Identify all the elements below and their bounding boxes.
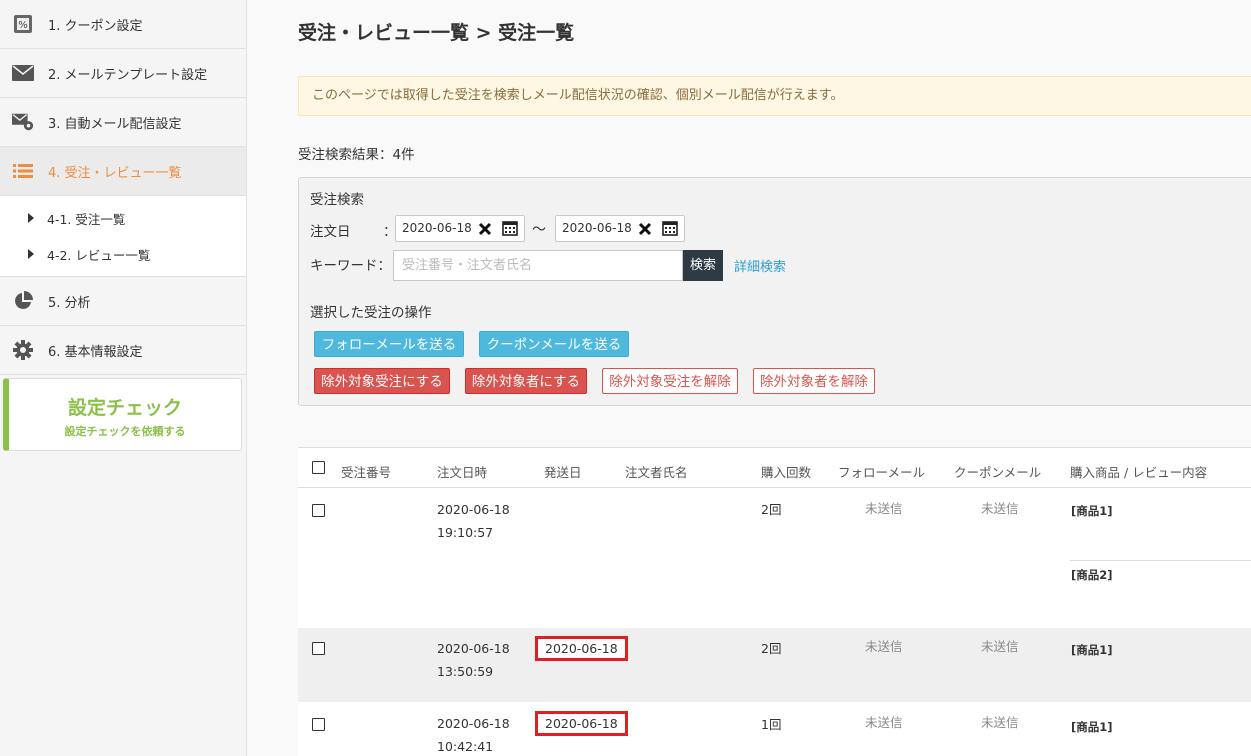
search-panel-title: 受注検索 <box>310 192 364 208</box>
header-purchase-count: 購入回数 <box>761 465 812 480</box>
order-date: 2020-06-18 <box>437 641 510 656</box>
purchase-count: 1回 <box>761 717 782 732</box>
settings-check-subtitle: 設定チェックを依頼する <box>64 425 186 438</box>
header-coupon-mail: クーポンメール <box>954 465 1042 480</box>
unexclude-order-button[interactable]: 除外対象受注を解除 <box>602 368 738 394</box>
date-to-value: 2020-06-18 <box>562 221 632 235</box>
order-date-cell: 2020-06-18 19:10:57 <box>437 498 510 544</box>
info-notice: このページでは取得した受注を検索しメール配信状況の確認、個別メール配信が行えます… <box>298 76 1251 116</box>
product-divider <box>1070 560 1251 561</box>
sidebar-item-mail-template[interactable]: 2. メールテンプレート設定 <box>0 49 246 98</box>
send-coupon-mail-button[interactable]: クーポンメールを送る <box>479 331 629 357</box>
sidebar-subitem-orders[interactable]: 4-1. 受注一覧 <box>0 200 246 236</box>
sidebar-subitem-label: 4-2. レビュー一覧 <box>47 247 151 263</box>
purchase-count: 2回 <box>761 502 782 517</box>
gear-icon <box>12 339 34 361</box>
exclude-order-button[interactable]: 除外対象受注にする <box>314 368 450 394</box>
sidebar-item-label: 6. 基本情報設定 <box>48 344 143 360</box>
order-date-cell: 2020-06-18 10:42:41 <box>437 712 510 756</box>
list-icon <box>12 160 34 182</box>
row-checkbox[interactable] <box>312 642 325 655</box>
sidebar-item-analysis[interactable]: 5. 分析 <box>0 277 246 326</box>
unexclude-person-button[interactable]: 除外対象者を解除 <box>753 368 875 394</box>
orders-table: 受注番号 注文日時 発送日 注文者氏名 購入回数 フォローメール クーポンメール… <box>298 447 1251 756</box>
table-row: 2020-06-18 10:42:41 2020-06-18 1回 未送信 未送… <box>298 702 1251 756</box>
keyword-input[interactable]: 受注番号・注文者氏名 <box>393 250 683 281</box>
ship-date-highlight: 2020-06-18 <box>535 636 628 661</box>
coupon-mail-status: 未送信 <box>981 715 1019 730</box>
calendar-icon[interactable] <box>502 220 518 236</box>
order-date-label: 注文日 <box>310 224 351 240</box>
follow-mail-status: 未送信 <box>865 639 903 654</box>
coupon-mail-status: 未送信 <box>981 639 1019 654</box>
settings-check-card[interactable]: 設定チェック 設定チェックを依頼する <box>3 378 242 451</box>
sidebar-item-label: 3. 自動メール配信設定 <box>48 116 182 132</box>
exclude-person-button[interactable]: 除外対象者にする <box>465 368 587 394</box>
clear-icon[interactable] <box>478 220 492 236</box>
sidebar-item-auto-mail[interactable]: 3. 自動メール配信設定 <box>0 98 246 147</box>
sidebar: % 1. クーポン設定 2. メールテンプレート設定 3. 自動メール配信設定 … <box>0 0 247 756</box>
product-item: [商品1] <box>1071 643 1113 657</box>
follow-mail-status: 未送信 <box>865 715 903 730</box>
date-range-separator: ～ <box>532 222 546 238</box>
table-row: 2020-06-18 13:50:59 2020-06-18 2回 未送信 未送… <box>298 628 1251 702</box>
coupon-icon: % <box>12 13 34 35</box>
table-row: 2020-06-18 19:10:57 2回 未送信 未送信 [商品1] [商品… <box>298 488 1251 628</box>
sidebar-item-label: 2. メールテンプレート設定 <box>48 67 208 83</box>
row-checkbox[interactable] <box>312 718 325 731</box>
sidebar-subitem-reviews[interactable]: 4-2. レビュー一覧 <box>0 236 246 272</box>
header-ship-date: 発送日 <box>544 465 582 480</box>
sidebar-item-label: 5. 分析 <box>48 295 91 311</box>
date-to-input[interactable]: 2020-06-18 <box>555 215 685 242</box>
page-title: 受注・レビュー一覧 > 受注一覧 <box>298 22 575 44</box>
order-date: 2020-06-18 <box>437 502 510 517</box>
date-from-input[interactable]: 2020-06-18 <box>395 215 525 242</box>
search-button[interactable]: 検索 <box>683 250 723 281</box>
header-order-date: 注文日時 <box>437 465 488 480</box>
ship-date-highlight: 2020-06-18 <box>535 711 628 736</box>
coupon-mail-status: 未送信 <box>981 501 1019 516</box>
order-date-cell: 2020-06-18 13:50:59 <box>437 637 510 683</box>
detail-search-link[interactable]: 詳細検索 <box>734 256 786 275</box>
order-time: 13:50:59 <box>437 664 494 679</box>
date-from-value: 2020-06-18 <box>402 221 472 235</box>
product-item: [商品2] <box>1071 568 1113 582</box>
triangle-right-icon <box>28 249 34 259</box>
sidebar-item-basic-settings[interactable]: 6. 基本情報設定 <box>0 326 246 375</box>
triangle-right-icon <box>28 213 34 223</box>
selected-ops-title: 選択した受注の操作 <box>310 305 432 321</box>
search-panel: 受注検索 注文日 ： 2020-06-18 ～ 2020-06-18 キーワード… <box>298 177 1251 406</box>
sidebar-item-orders-reviews[interactable]: 4. 受注・レビュー一覧 <box>0 147 246 196</box>
sidebar-submenu: 4-1. 受注一覧 4-2. レビュー一覧 <box>0 196 246 277</box>
send-follow-mail-button[interactable]: フォローメールを送る <box>314 331 464 357</box>
keyword-label: キーワード： <box>310 258 391 274</box>
sidebar-item-label: 1. クーポン設定 <box>48 18 143 34</box>
sidebar-item-coupon[interactable]: % 1. クーポン設定 <box>0 0 246 49</box>
product-item: [商品1] <box>1071 720 1113 734</box>
product-item: [商品1] <box>1071 504 1113 518</box>
header-products-reviews: 購入商品 / レビュー内容 <box>1070 465 1208 480</box>
header-follow-mail: フォローメール <box>838 465 926 480</box>
settings-check-title: 設定チェック <box>67 397 182 419</box>
order-time: 19:10:57 <box>437 525 494 540</box>
header-customer-name: 注文者氏名 <box>625 465 688 480</box>
purchase-count: 2回 <box>761 641 782 656</box>
row-checkbox[interactable] <box>312 504 325 517</box>
order-date: 2020-06-18 <box>437 716 510 731</box>
result-count: 受注検索結果：4件 <box>298 147 415 163</box>
mail-icon <box>12 62 34 84</box>
sidebar-item-label: 4. 受注・レビュー一覧 <box>48 165 182 181</box>
follow-mail-status: 未送信 <box>865 501 903 516</box>
calendar-icon[interactable] <box>662 220 678 236</box>
clear-icon[interactable] <box>638 220 652 236</box>
svg-text:%: % <box>18 20 28 31</box>
order-time: 10:42:41 <box>437 739 494 754</box>
main-content: 受注・レビュー一覧 > 受注一覧 このページでは取得した受注を検索しメール配信状… <box>248 0 1251 756</box>
select-all-checkbox[interactable] <box>312 461 325 474</box>
pie-chart-icon <box>12 290 34 312</box>
header-order-no: 受注番号 <box>341 465 392 480</box>
sidebar-subitem-label: 4-1. 受注一覧 <box>47 211 126 227</box>
mail-gear-icon <box>12 111 34 133</box>
